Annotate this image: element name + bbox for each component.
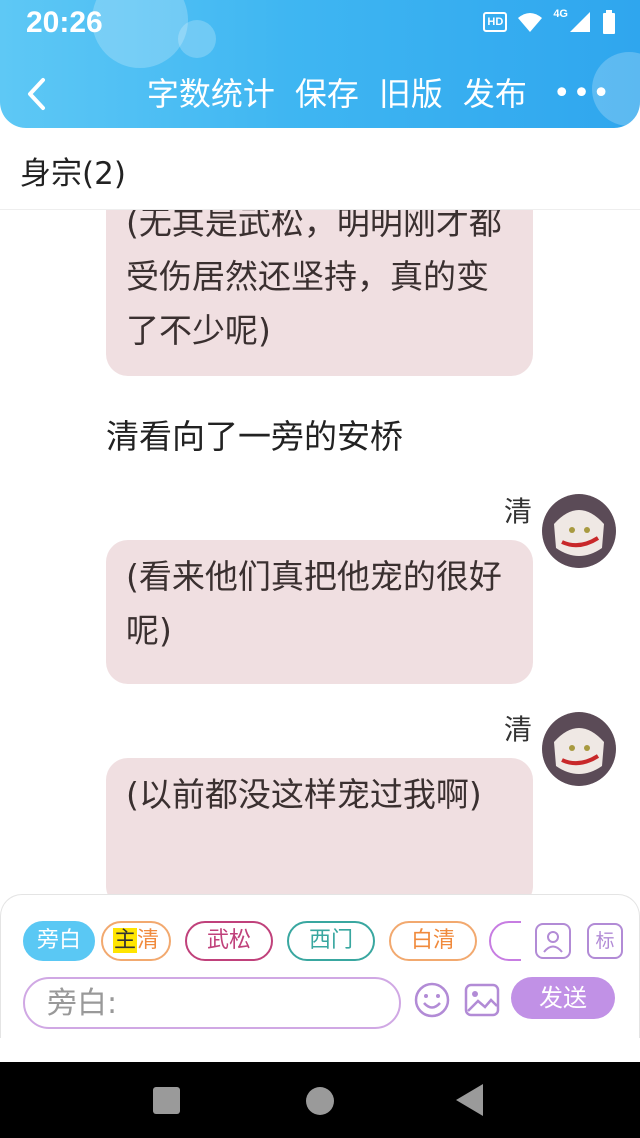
status-time: 20:26 xyxy=(26,6,103,39)
speaker-name: 清 xyxy=(503,495,532,528)
composer-panel: 旁白 主清 武松 西门 白清 小 标 发送 xyxy=(0,894,640,1038)
role-chip-ximen[interactable]: 西门 xyxy=(287,921,375,961)
role-chip-label: 清 xyxy=(137,928,160,953)
avatar-portrait-icon xyxy=(542,494,616,568)
person-card-icon xyxy=(543,931,563,953)
wifi-icon xyxy=(518,13,543,32)
avatar[interactable] xyxy=(542,494,616,568)
home-button[interactable] xyxy=(306,1087,334,1115)
image-button[interactable] xyxy=(463,981,501,1019)
signal-icon xyxy=(570,12,590,32)
role-chip-qing[interactable]: 主清 xyxy=(101,921,171,961)
hd-icon: HD xyxy=(483,12,508,32)
system-nav-bar xyxy=(0,1062,640,1138)
narration-line[interactable]: 清看向了一旁的安桥 xyxy=(106,410,403,458)
save-button[interactable]: 保存 xyxy=(295,72,359,116)
chapter-title-row: 身宗(2) xyxy=(0,128,640,210)
protagonist-marker: 主 xyxy=(112,928,137,953)
character-manager-button[interactable] xyxy=(535,923,571,959)
message-bubble[interactable]: (无其是武松，明明刚才都受伤居然还坚持，真的变了不少呢) xyxy=(106,210,533,376)
emoji-button[interactable] xyxy=(413,981,451,1019)
message-bubble[interactable]: (以前都没这样宠过我啊) xyxy=(106,758,533,894)
network-type: 4G xyxy=(553,8,568,20)
back-button[interactable] xyxy=(16,72,56,116)
decor-bubble xyxy=(178,20,216,58)
role-chip-baiqing[interactable]: 白清 xyxy=(389,921,477,961)
word-count-button[interactable]: 字数统计 xyxy=(147,72,275,116)
chat-content[interactable]: (无其是武松，明明刚才都受伤居然还坚持，真的变了不少呢) 清看向了一旁的安桥 清… xyxy=(0,210,640,894)
speaker-name: 清 xyxy=(503,713,532,746)
header-actions: 字数统计 保存 旧版 发布 ••• xyxy=(147,72,612,116)
avatar[interactable] xyxy=(542,712,616,786)
message-input[interactable] xyxy=(23,977,401,1029)
old-version-button[interactable]: 旧版 xyxy=(379,72,443,116)
decor-bubble xyxy=(92,0,188,68)
role-chip-extra[interactable]: 小 xyxy=(489,921,521,961)
avatar-portrait-icon xyxy=(542,712,616,786)
role-chip-wusong[interactable]: 武松 xyxy=(185,921,273,961)
system-back-button[interactable] xyxy=(456,1084,483,1116)
battery-icon xyxy=(603,10,615,34)
message-bubble[interactable]: (看来他们真把他宠的很好呢) xyxy=(106,540,533,684)
image-icon xyxy=(464,983,500,1017)
more-button[interactable]: ••• xyxy=(553,72,612,116)
publish-button[interactable]: 发布 xyxy=(463,72,527,116)
role-selector[interactable]: 旁白 主清 武松 西门 白清 小 xyxy=(23,921,521,963)
chevron-left-icon xyxy=(28,78,45,110)
smiley-icon xyxy=(414,982,450,1018)
status-icons: HD 4G xyxy=(483,8,616,36)
recents-button[interactable] xyxy=(153,1087,180,1114)
chapter-title[interactable]: 身宗(2) xyxy=(20,148,126,193)
send-button[interactable]: 发送 xyxy=(511,977,615,1019)
mark-button[interactable]: 标 xyxy=(587,923,623,959)
top-bar: 20:26 HD 4G 字数统计 保存 旧版 发布 ••• xyxy=(0,0,640,128)
role-chip-narration[interactable]: 旁白 xyxy=(23,921,95,961)
